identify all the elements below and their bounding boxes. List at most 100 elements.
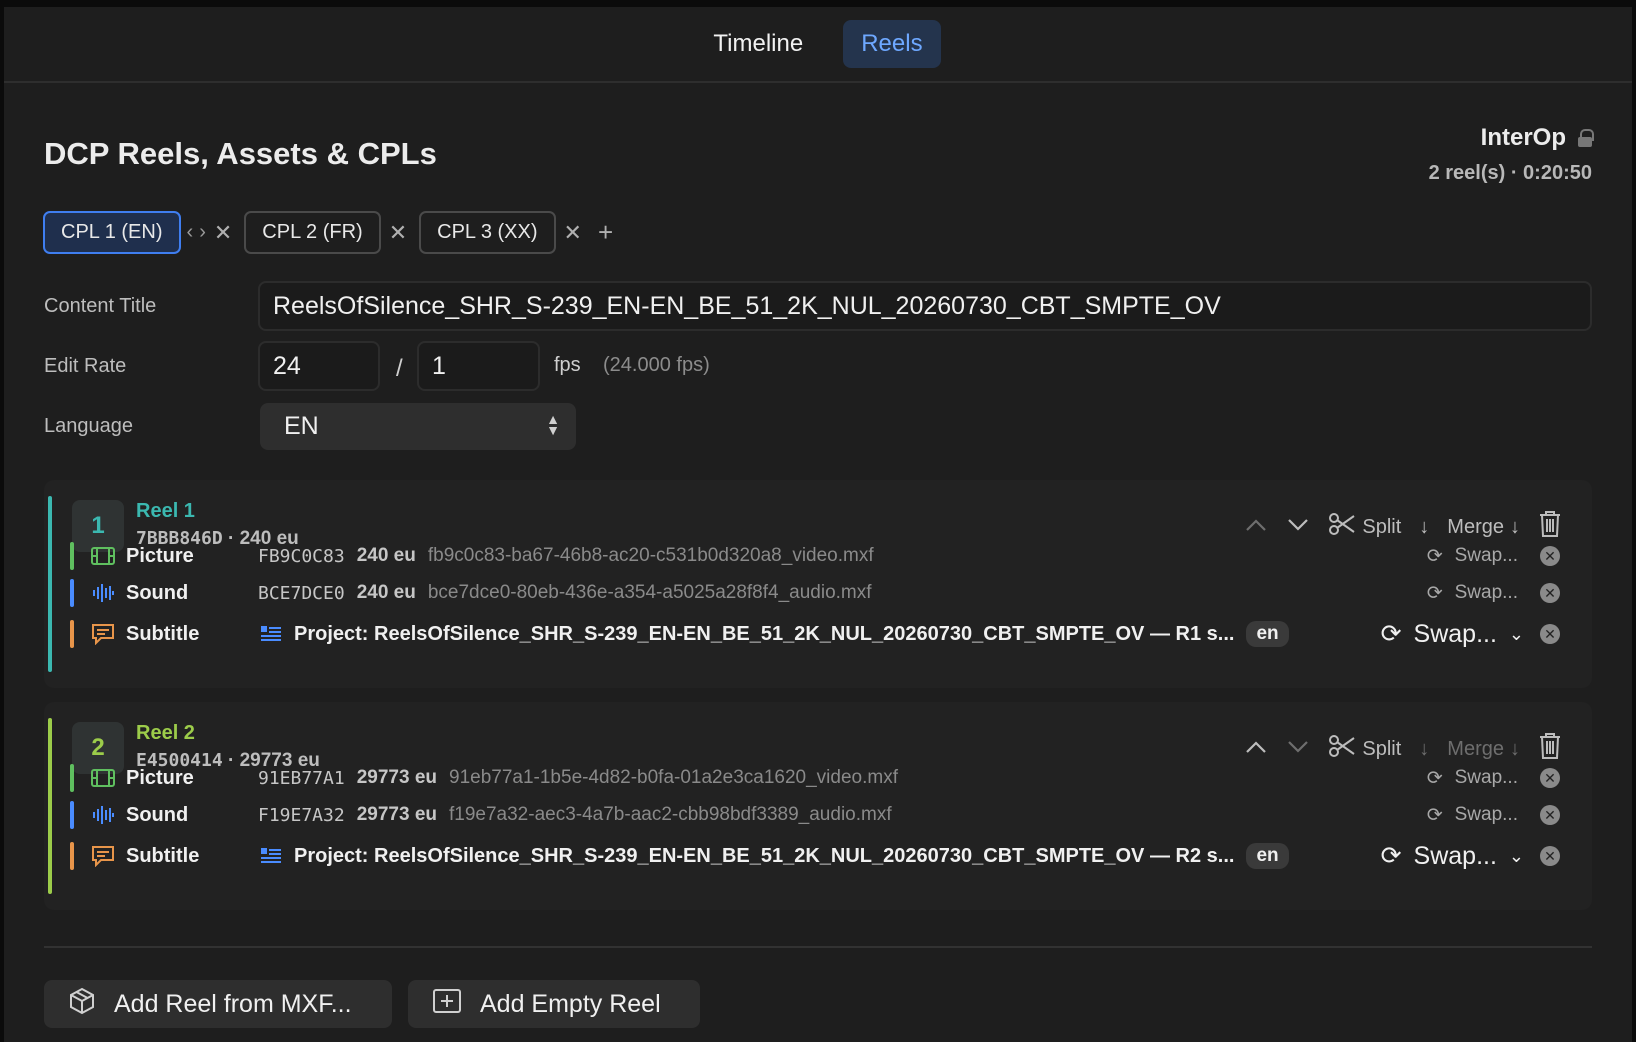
remove-asset-icon[interactable]: ✕ [1540,546,1560,566]
content-title-label: Content Title [44,295,157,317]
merge-button[interactable]: Merge ↓ [1447,738,1520,761]
plus-square-icon [432,988,462,1021]
asset-row-subtitle: Subtitle Project: ReelsOfSilence_SHR_S-2… [70,839,1572,873]
view-switcher: Timeline Reels [4,7,1632,83]
subtitle-color-bar [70,620,74,648]
picture-color-bar [70,542,74,570]
split-label: Split [1362,515,1402,538]
asset-filename: 91eb77a1-1b5e-4d82-b0fa-01a2e3ca1620_vid… [449,767,898,788]
film-icon [90,765,116,791]
scissors-icon [1328,734,1356,764]
asset-type: Subtitle [126,622,200,645]
sound-color-bar [70,579,74,607]
fps-label: fps [554,354,581,376]
language-select[interactable]: EN ▲ ▼ [260,403,576,450]
add-empty-reel-button[interactable]: Add Empty Reel [408,980,700,1028]
asset-filename: bce7dce0-80eb-436e-a354-a5025a28f8f4_aud… [427,582,872,603]
remove-asset-icon[interactable]: ✕ [1540,624,1560,644]
swap-label: Swap... [1413,841,1497,870]
swap-icon: ⟳ [1380,620,1402,648]
package-icon [68,987,96,1022]
add-cpl-icon[interactable]: + [598,217,613,248]
language-badge: en [1246,621,1289,647]
standard-label: InterOp [1480,124,1566,151]
remove-asset-icon[interactable]: ✕ [1540,805,1560,825]
merge-button[interactable]: Merge ↓ [1447,516,1520,539]
asset-duration: 240 eu [356,545,416,566]
speech-bubble-icon [90,843,116,869]
chevron-down-icon: ⌄ [1508,845,1524,866]
swap-button[interactable]: ⟳ Swap... [1427,582,1518,605]
cpl-tab-3[interactable]: CPL 3 (XX) [419,211,556,254]
arrow-down-icon: ↓ [1510,515,1520,538]
asset-row-picture: Picture 91EB77A1 29773 eu 91eb77a1-1b5e-… [70,761,1572,795]
split-button[interactable]: Split [1328,512,1401,542]
move-right-icon[interactable]: › [199,221,206,244]
reel-summary: 2 reel(s) · 0:20:50 [1428,162,1592,184]
asset-type: Sound [126,581,189,604]
add-reel-from-mxf-label: Add Reel from MXF... [114,989,352,1018]
asset-duration: 240 eu [356,582,416,603]
swap-icon: ⟳ [1380,842,1402,870]
close-cpl-3-icon[interactable]: ✕ [564,220,582,246]
picture-color-bar [70,764,74,792]
tab-reels[interactable]: Reels [843,20,941,68]
merge-label: Merge [1447,515,1504,538]
swap-label: Swap... [1413,619,1497,648]
swap-button[interactable]: ⟳ Swap... [1427,545,1518,568]
swap-button[interactable]: ⟳ Swap... [1427,767,1518,790]
cpl-tab-1[interactable]: CPL 1 (EN) [43,211,181,254]
fps-value: (24.000 fps) [603,354,710,376]
remove-asset-icon[interactable]: ✕ [1540,583,1560,603]
move-down-icon[interactable] [1286,516,1310,539]
close-cpl-2-icon[interactable]: ✕ [389,220,407,246]
waveform-icon [90,580,116,606]
subtitle-project: Project: ReelsOfSilence_SHR_S-239_EN-EN_… [294,622,1235,645]
asset-duration: 29773 eu [356,767,437,788]
asset-row-picture: Picture FB9C0C83 240 eu fb9c0c83-ba67-46… [70,539,1572,573]
scissors-icon [1328,512,1356,542]
swap-icon: ⟳ [1426,804,1443,826]
asset-type: Subtitle [126,844,200,867]
remove-asset-icon[interactable]: ✕ [1540,768,1560,788]
reel-card-2: 2 Reel 2 E4500414 · 29773 eu Split ↓ Mer… [44,702,1592,910]
split-button[interactable]: Split [1328,734,1401,764]
move-up-icon[interactable] [1244,738,1268,761]
chevron-down-icon: ⌄ [1508,623,1524,644]
asset-duration: 29773 eu [356,804,437,825]
cpl-tab-2[interactable]: CPL 2 (FR) [244,211,381,254]
swap-icon: ⟳ [1426,545,1443,567]
edit-rate-denominator[interactable]: 1 [417,341,540,391]
reel-name: Reel 1 [136,500,195,522]
swap-dropdown[interactable]: ⟳ Swap... ⌄ [1381,841,1524,871]
project-list-icon [258,843,284,869]
asset-hash: 91EB77A1 [258,767,345,789]
asset-type: Sound [126,803,189,826]
reel-color-bar [48,718,52,894]
remove-asset-icon[interactable]: ✕ [1540,846,1560,866]
swap-label: Swap... [1454,545,1518,566]
move-up-icon[interactable] [1244,516,1268,539]
reel-color-bar [48,496,52,672]
edit-rate-slash: / [396,355,403,382]
sound-color-bar [70,801,74,829]
move-down-icon[interactable] [1286,738,1310,761]
project-list-icon [258,621,284,647]
swap-icon: ⟳ [1426,767,1443,789]
page-title: DCP Reels, Assets & CPLs [44,136,437,171]
add-reel-from-mxf-button[interactable]: Add Reel from MXF... [44,980,392,1028]
close-cpl-1-icon[interactable]: ✕ [214,220,232,246]
download-arrow-icon: ↓ [1419,515,1430,538]
swap-dropdown[interactable]: ⟳ Swap... ⌄ [1381,619,1524,649]
swap-button[interactable]: ⟳ Swap... [1427,804,1518,827]
reel-card-1: 1 Reel 1 7BBB846D · 240 eu Split ↓ Merge… [44,480,1592,688]
move-left-icon[interactable]: ‹ [187,221,194,244]
asset-row-sound: Sound F19E7A32 29773 eu f19e7a32-aec3-4a… [70,798,1572,832]
tab-timeline[interactable]: Timeline [695,20,821,68]
swap-icon: ⟳ [1426,582,1443,604]
edit-rate-numerator[interactable]: 24 [258,341,380,391]
asset-row-subtitle: Subtitle Project: ReelsOfSilence_SHR_S-2… [70,617,1572,651]
content-title-field[interactable]: ReelsOfSilence_SHR_S-239_EN-EN_BE_51_2K_… [258,281,1592,331]
swap-label: Swap... [1454,767,1518,788]
lock-icon [1578,129,1594,147]
